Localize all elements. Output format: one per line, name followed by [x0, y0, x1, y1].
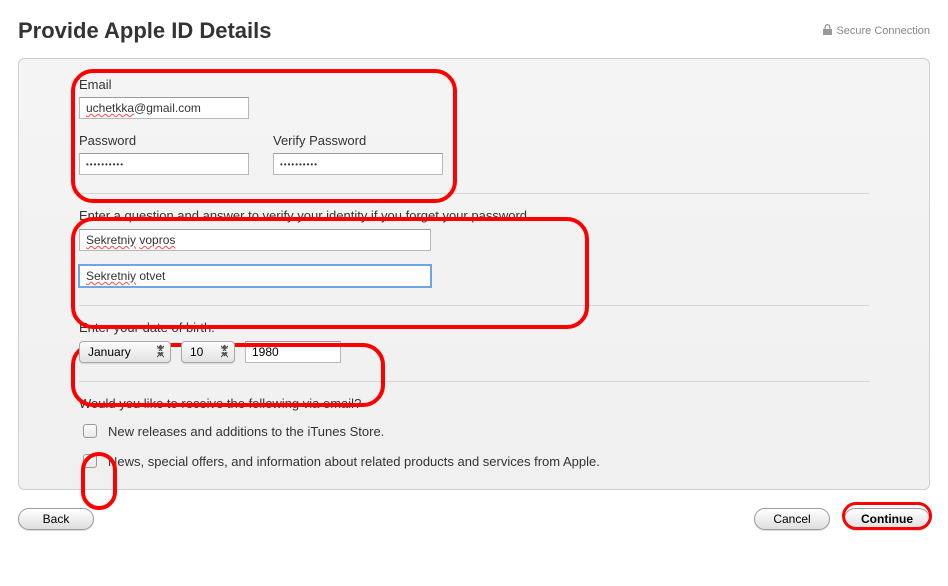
cancel-button[interactable]: Cancel	[754, 508, 830, 530]
password-label: Password	[79, 133, 249, 148]
dob-prompt: Enter your date of birth.	[79, 320, 869, 335]
emailprefs-prompt: Would you like to receive the following …	[79, 396, 869, 411]
continue-button[interactable]: Continue	[844, 508, 930, 530]
secure-connection-label: Secure Connection	[836, 25, 930, 37]
dob-year-field[interactable]	[245, 341, 341, 363]
checkbox-news-offers[interactable]	[83, 454, 97, 468]
email-label: Email	[79, 77, 869, 92]
dob-day-select[interactable]: 10	[181, 341, 235, 363]
checkbox-new-releases-label: New releases and additions to the iTunes…	[108, 424, 384, 439]
back-button[interactable]: Back	[18, 508, 94, 530]
lock-icon	[823, 24, 832, 38]
security-question-field[interactable]: Sekretniy vopros	[79, 229, 431, 251]
secure-connection-badge: Secure Connection	[823, 24, 930, 38]
email-field[interactable]: uchetkka@gmail.com	[79, 97, 249, 119]
verify-password-label: Verify Password	[273, 133, 443, 148]
form-panel: Email uchetkka@gmail.com Password ••••••…	[18, 58, 930, 490]
checkbox-new-releases[interactable]	[83, 424, 97, 438]
verify-password-field[interactable]: ••••••••••	[273, 153, 443, 175]
page-title: Provide Apple ID Details	[18, 18, 271, 44]
security-answer-field[interactable]: Sekretniy otvet	[79, 265, 431, 287]
checkbox-news-offers-label: News, special offers, and information ab…	[108, 454, 600, 469]
security-prompt: Enter a question and answer to verify yo…	[79, 208, 869, 223]
dob-month-select[interactable]: January	[79, 341, 171, 363]
password-field[interactable]: ••••••••••	[79, 153, 249, 175]
